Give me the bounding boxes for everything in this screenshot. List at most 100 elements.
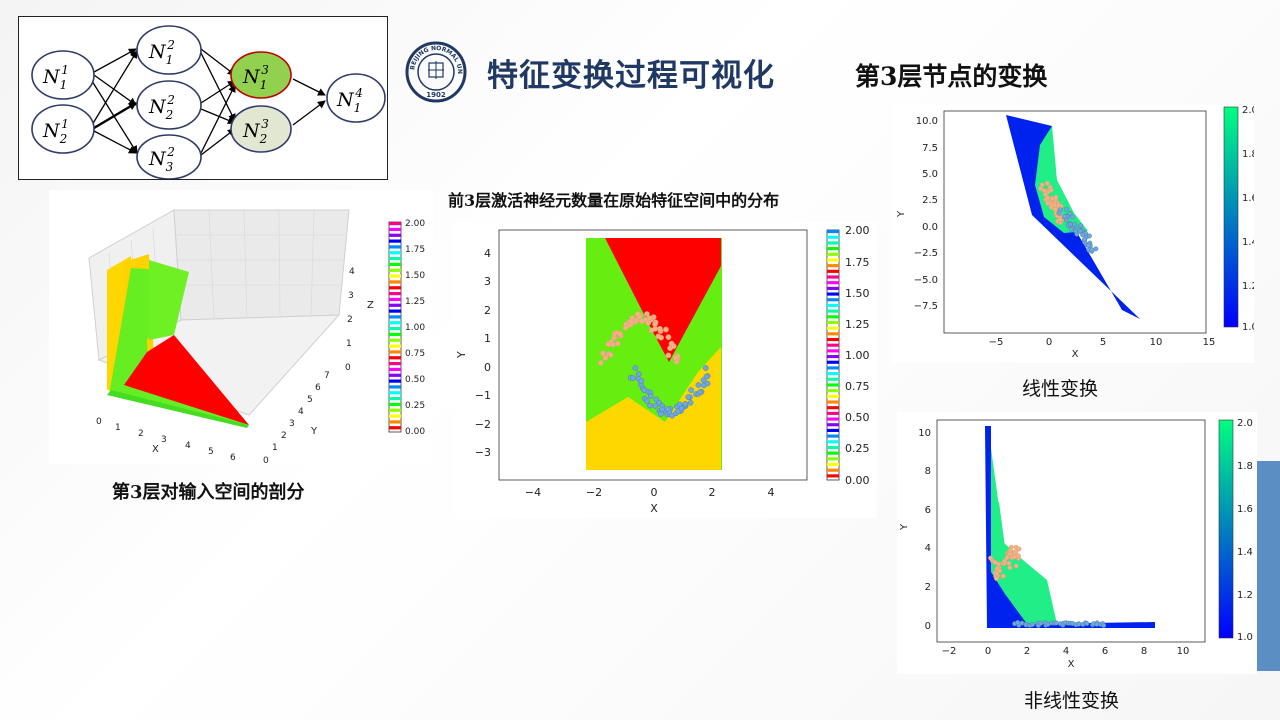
colorbar-tick: 0.00 (845, 474, 870, 487)
caption-center: 前3层激活神经元数量在原始特征空间中的分布 (448, 191, 780, 210)
label-n13: N13 (242, 63, 269, 92)
x-tick: −2 (586, 486, 602, 499)
y-tick: 8 (925, 466, 931, 477)
scatter-point (630, 375, 636, 381)
colorbar-nonlinear (1218, 419, 1234, 639)
colorbar-stripe (827, 383, 839, 387)
label-n23: N23 (242, 117, 269, 146)
axes-frame (936, 419, 1206, 643)
colorbar-stripe (827, 474, 839, 478)
colorbar-tick: 1.75 (845, 256, 870, 269)
colorbar-tick: 1.00 (845, 349, 870, 362)
y-tick: −7.5 (914, 301, 938, 312)
university-seal-icon: BEIJING NORMAL UNIVERSITY 1902 (402, 36, 467, 103)
x-tick: 10 (1150, 337, 1163, 348)
plot-linear-svg: −5 0 5 10 15 X 10.0 7.5 5.0 2.5 0.0 −2.5… (896, 105, 1258, 360)
colorbar-stripe (389, 338, 401, 342)
page-title: 特征变换过程可视化 (487, 58, 775, 94)
colorbar-tick: 1.25 (405, 297, 425, 307)
colorbar-stripe (389, 251, 401, 255)
scatter-point (657, 325, 663, 332)
y-tick: 1 (484, 332, 491, 345)
colorbar-tick: 1.4 (1242, 237, 1254, 248)
colorbar-stripe (827, 309, 839, 313)
network-diagram: N11 N21 N12 N22 N32 N13 N23 N14 (18, 16, 388, 180)
colorbar-stripe (827, 281, 839, 285)
x-tick: 2 (1024, 646, 1030, 657)
x-tick: 0 (651, 486, 658, 499)
label-n14: N14 (336, 86, 363, 115)
colorbar-tick: 0.00 (405, 427, 425, 437)
scatter-point (670, 343, 677, 349)
scatter-point (647, 393, 654, 400)
colorbar-stripe (389, 280, 401, 284)
colorbar-tick: 1.0 (1237, 632, 1253, 643)
colorbar-3d (388, 221, 402, 433)
x-tick: 3 (161, 435, 167, 445)
scatter-point (1101, 622, 1107, 628)
scatter-point (597, 360, 604, 366)
plot-3d-partition: 0 1 2 3 4 5 6 X 0 1 2 3 4 5 6 7 Y 0 1 2 … (49, 190, 433, 466)
svg-text:1902: 1902 (426, 91, 446, 99)
y-tick: 4 (484, 247, 491, 260)
scatter-point (1089, 247, 1095, 253)
scatter-point (646, 315, 653, 322)
edge (93, 74, 137, 106)
x-tick: 10 (1177, 646, 1190, 657)
scatter-point (658, 334, 664, 341)
colorbar-stripe (827, 241, 839, 245)
scatter-point (1000, 573, 1006, 579)
colorbar-stripe (389, 391, 401, 395)
side-accent-bar (1257, 461, 1280, 671)
x-axis-label: X (1068, 659, 1075, 670)
colorbar-stripe (389, 397, 401, 401)
scatter-point (1094, 621, 1100, 627)
colorbar-tick: 1.50 (405, 271, 425, 281)
y-tick: 4 (925, 543, 931, 554)
colorbar-stripe (827, 411, 839, 415)
scatter-point (645, 320, 652, 326)
y-tick: 2 (925, 582, 931, 593)
colorbar-stripe (389, 274, 401, 278)
colorbar-stripe (827, 252, 839, 256)
colorbar-stripe (389, 239, 401, 243)
colorbar-stripe (389, 233, 401, 237)
scatter-point (995, 561, 1001, 567)
x-tick: 0 (985, 646, 991, 657)
y-tick: 2.5 (922, 195, 938, 206)
colorbar-stripe (827, 451, 839, 455)
colorbar-stripe (827, 264, 839, 268)
scatter-point (988, 555, 994, 561)
z-tick: 1 (346, 339, 352, 349)
x-tick: 1 (115, 423, 121, 433)
y-axis-label: Y (455, 351, 468, 359)
scatter-point (1064, 217, 1069, 223)
scatter-point (687, 399, 694, 406)
colorbar-stripe (389, 309, 401, 313)
colorbar-tick: 1.6 (1237, 504, 1253, 515)
colorbar-stripe (827, 230, 839, 234)
y-tick: −1 (475, 389, 491, 402)
scatter-point (617, 330, 623, 337)
colorbar-stripe (827, 298, 839, 302)
scatter-point (644, 398, 650, 404)
colorbar-stripe (827, 389, 839, 393)
scatter-point (1076, 621, 1082, 627)
scatter-point (665, 352, 672, 359)
x-tick: 0 (96, 417, 102, 427)
scatter-point (1069, 214, 1075, 220)
colorbar-stripe (389, 362, 401, 366)
colorbar-stripe (827, 423, 839, 427)
label-n12: N12 (148, 38, 175, 67)
colorbar-stripe (389, 222, 401, 226)
scatter-point (688, 387, 694, 393)
scatter-point (638, 378, 645, 384)
z-axis-label: Z (367, 300, 374, 311)
y-tick: 2 (484, 304, 491, 317)
colorbar-tick: 1.0 (1242, 322, 1254, 333)
scatter-point (1015, 553, 1021, 559)
colorbar-tick: 1.00 (405, 323, 425, 333)
x-tick: 5 (208, 447, 214, 457)
scatter-point (610, 341, 616, 348)
y-tick: 0 (925, 621, 931, 632)
